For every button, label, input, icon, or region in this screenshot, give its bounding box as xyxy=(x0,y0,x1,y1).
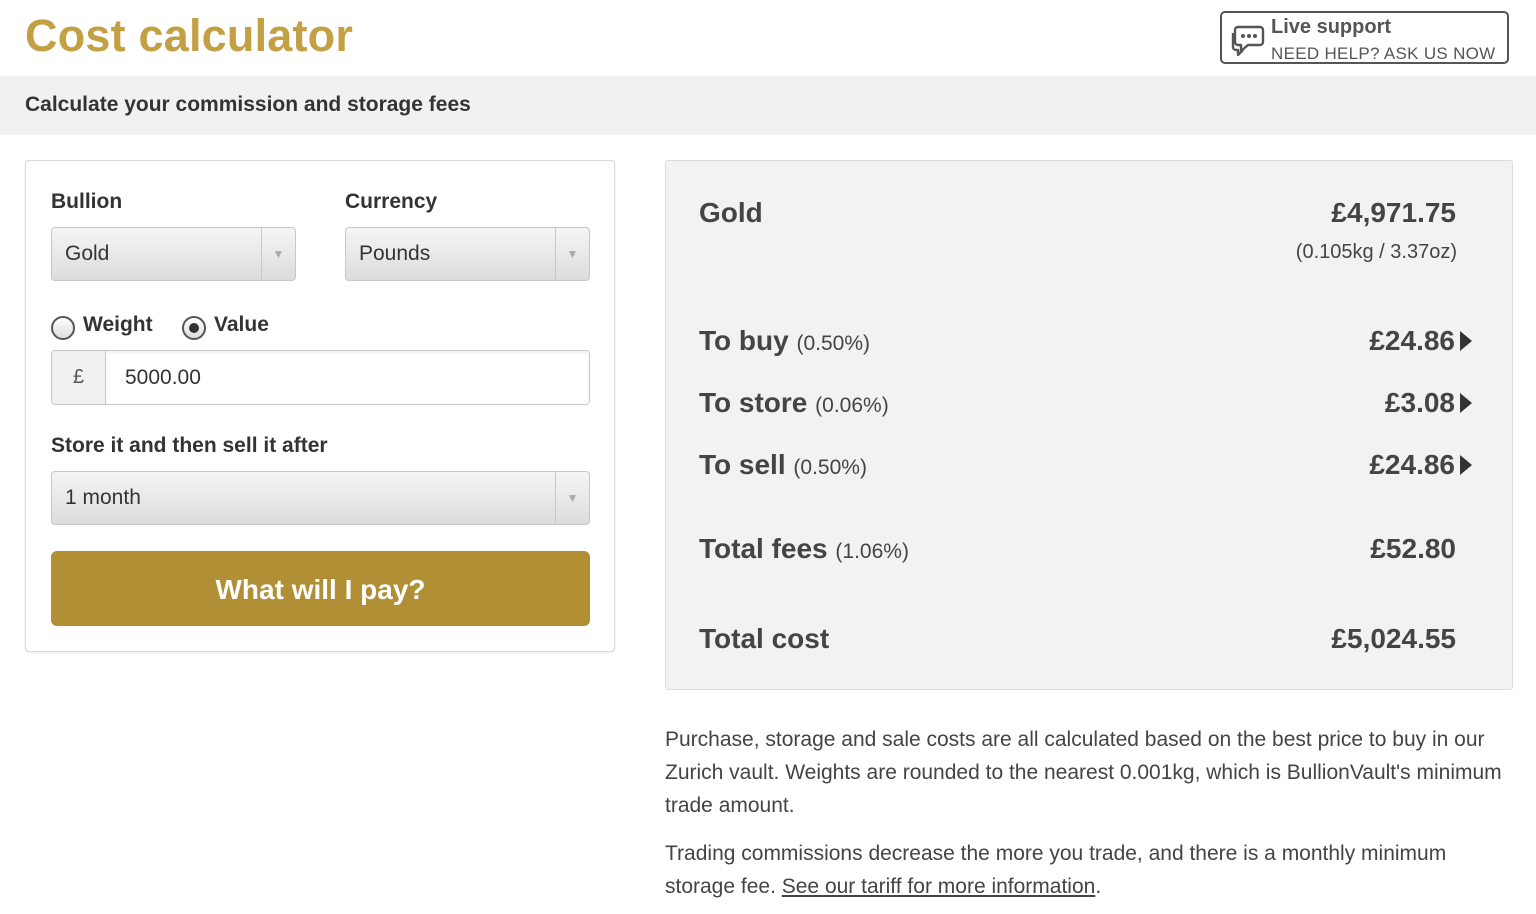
total-fees-label: Total fees (1.06%) xyxy=(699,533,909,565)
total-cost-value: £5,024.55 xyxy=(1331,623,1456,654)
fee-pct: (0.50%) xyxy=(793,456,867,479)
bullion-select[interactable]: Gold ▼ xyxy=(51,227,296,281)
metal-value: £4,971.75 xyxy=(1331,197,1456,228)
total-fees-text: Total fees xyxy=(699,533,828,564)
value-radio-label[interactable]: Value xyxy=(214,313,269,337)
fee-row-buy-label: To buy (0.50%) xyxy=(699,325,870,357)
chevron-down-icon: ▼ xyxy=(555,472,589,524)
notes-paragraph-2-end: . xyxy=(1095,875,1102,898)
fee-value: £24.86 xyxy=(1369,449,1455,480)
page-subtitle: Calculate your commission and storage fe… xyxy=(25,93,471,116)
value-radio[interactable] xyxy=(182,316,206,340)
page-title: Cost calculator xyxy=(25,10,354,61)
fee-value: £24.86 xyxy=(1369,325,1455,356)
currency-symbol: £ xyxy=(52,351,106,404)
live-support-button[interactable]: Live support NEED HELP? ASK US NOW xyxy=(1220,11,1509,64)
fee-label: To buy xyxy=(699,325,789,356)
caret-right-icon xyxy=(1460,455,1472,475)
weight-radio-label[interactable]: Weight xyxy=(83,313,153,337)
notes-paragraph-1: Purchase, storage and sale costs are all… xyxy=(665,728,1502,817)
subtitle-bar: Calculate your commission and storage fe… xyxy=(0,76,1536,135)
period-select[interactable]: 1 month ▼ xyxy=(51,471,590,525)
chat-bubbles-icon xyxy=(1231,25,1265,57)
notes-paragraph-2: Trading commissions decrease the more yo… xyxy=(665,837,1513,903)
fee-label: To sell xyxy=(699,449,786,480)
bullion-select-value: Gold xyxy=(65,242,110,265)
caret-right-icon xyxy=(1460,393,1472,413)
weight-radio[interactable] xyxy=(51,316,75,340)
metal-label: Gold xyxy=(699,197,763,228)
fee-row-buy-link[interactable]: £24.86 xyxy=(1369,325,1472,357)
what-will-i-pay-button[interactable]: What will I pay? xyxy=(51,551,590,626)
period-label: Store it and then sell it after xyxy=(51,434,328,457)
chevron-down-icon: ▼ xyxy=(555,228,589,280)
fee-pct: (0.06%) xyxy=(815,394,889,417)
amount-input[interactable] xyxy=(106,351,589,404)
results-panel: Gold £4,971.75 (0.105kg / 3.37oz) To buy… xyxy=(665,160,1513,690)
metal-weight: (0.105kg / 3.37oz) xyxy=(1295,241,1457,263)
fee-label: To store xyxy=(699,387,808,418)
caret-right-icon xyxy=(1460,331,1472,351)
currency-select[interactable]: Pounds ▼ xyxy=(345,227,590,281)
live-support-subtitle: NEED HELP? ASK US NOW xyxy=(1271,44,1496,63)
amount-input-group: £ xyxy=(51,350,590,405)
total-fees-pct: (1.06%) xyxy=(835,540,909,563)
total-fees-value: £52.80 xyxy=(1370,533,1456,564)
live-support-title: Live support xyxy=(1271,16,1392,38)
period-select-value: 1 month xyxy=(65,486,141,509)
fee-row-store-link[interactable]: £3.08 xyxy=(1385,387,1472,419)
calculator-form: Bullion Gold ▼ Currency Pounds ▼ Weight … xyxy=(25,160,615,652)
total-cost-label: Total cost xyxy=(699,623,830,654)
fee-value: £3.08 xyxy=(1384,387,1455,418)
fee-row-sell-link[interactable]: £24.86 xyxy=(1369,449,1472,481)
currency-select-value: Pounds xyxy=(359,242,431,265)
fee-pct: (0.50%) xyxy=(796,332,870,355)
chevron-down-icon: ▼ xyxy=(261,228,295,280)
fee-row-sell-label: To sell (0.50%) xyxy=(699,449,867,481)
tariff-link[interactable]: See our tariff for more information xyxy=(782,875,1096,898)
fee-row-store-label: To store (0.06%) xyxy=(699,387,889,419)
currency-label: Currency xyxy=(345,190,438,213)
bullion-label: Bullion xyxy=(51,190,123,213)
